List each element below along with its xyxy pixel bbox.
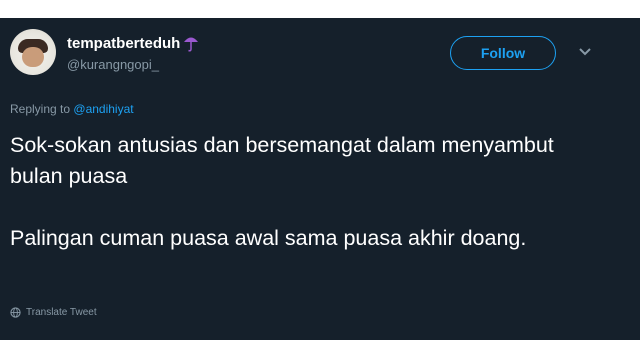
author-handle[interactable]: @kurangngopi_ (67, 57, 159, 72)
avatar-face (22, 47, 44, 67)
author-name-row[interactable]: tempatberteduh (67, 34, 199, 52)
follow-button[interactable]: Follow (450, 36, 556, 70)
tweet-text: Sok-sokan antusias dan bersemangat dalam… (10, 130, 610, 254)
reply-mention-link[interactable]: @andihiyat (73, 102, 133, 116)
chevron-down-icon[interactable] (578, 47, 592, 57)
tweet-card: tempatberteduh @kurangngopi_ Follow Repl… (0, 18, 640, 340)
translate-tweet-link[interactable]: Translate Tweet (10, 307, 97, 318)
author-display-name[interactable]: tempatberteduh (67, 35, 180, 52)
translate-tweet-label[interactable]: Translate Tweet (26, 307, 97, 318)
globe-icon (10, 307, 21, 318)
umbrella-icon (184, 37, 199, 52)
replying-to: Replying to @andihiyat (10, 102, 134, 116)
tweet-paragraph: Sok-sokan antusias dan bersemangat dalam… (10, 133, 554, 188)
avatar[interactable] (10, 29, 56, 75)
tweet-paragraph: Palingan cuman puasa awal sama puasa akh… (10, 226, 527, 250)
replying-to-label: Replying to (10, 102, 71, 116)
